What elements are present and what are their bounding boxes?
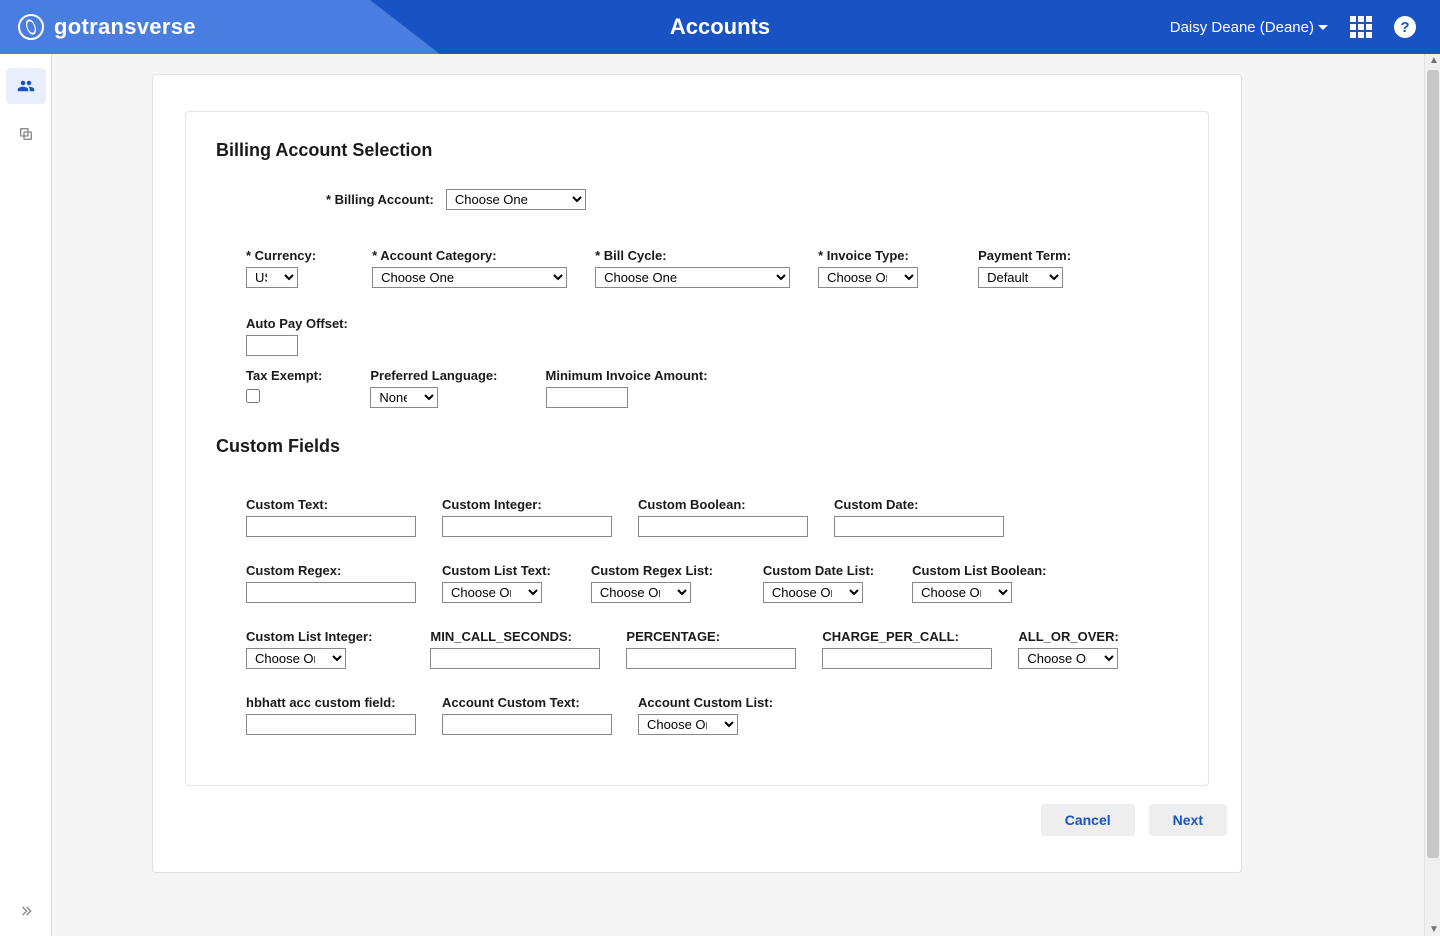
- caret-down-icon: [1318, 25, 1328, 30]
- custom-list-text-label: Custom List Text:: [442, 563, 551, 578]
- bill-cycle-select[interactable]: Choose One: [595, 267, 790, 288]
- custom-date-list-label: Custom Date List:: [763, 563, 874, 578]
- help-icon[interactable]: ?: [1394, 16, 1416, 38]
- custom-regex-input[interactable]: [246, 582, 416, 603]
- sidebar-item-copy[interactable]: [6, 116, 46, 152]
- invoice-type-label: * Invoice Type:: [818, 248, 918, 263]
- payment-term-select[interactable]: Default: [978, 267, 1063, 288]
- tax-exempt-checkbox[interactable]: [246, 389, 260, 403]
- custom-regex-label: Custom Regex:: [246, 563, 416, 578]
- custom-regex-list-select[interactable]: Choose One: [591, 582, 691, 603]
- currency-select[interactable]: USD: [246, 267, 298, 288]
- scrollbar-thumb[interactable]: [1427, 70, 1439, 858]
- all-or-over-select[interactable]: Choose One: [1018, 648, 1118, 669]
- all-or-over-label: ALL_OR_OVER:: [1018, 629, 1118, 644]
- scroll-up-icon: ▲: [1429, 55, 1439, 66]
- chevron-right-double-icon: [18, 903, 34, 919]
- billing-account-select[interactable]: Choose One: [446, 189, 586, 210]
- min-call-seconds-label: MIN_CALL_SECONDS:: [430, 629, 600, 644]
- pref-lang-select[interactable]: None: [370, 387, 438, 408]
- custom-integer-label: Custom Integer:: [442, 497, 612, 512]
- topbar: gotransverse Accounts Daisy Deane (Deane…: [0, 0, 1440, 54]
- custom-list-boolean-label: Custom List Boolean:: [912, 563, 1046, 578]
- auto-pay-label: Auto Pay Offset:: [246, 316, 348, 331]
- percentage-label: PERCENTAGE:: [626, 629, 796, 644]
- apps-grid-icon[interactable]: [1350, 16, 1372, 38]
- account-custom-text-input[interactable]: [442, 714, 612, 735]
- cancel-button[interactable]: Cancel: [1041, 804, 1135, 836]
- invoice-type-select[interactable]: Choose One: [818, 267, 918, 288]
- account-category-select[interactable]: Choose One: [372, 267, 567, 288]
- section-title-custom: Custom Fields: [216, 436, 1178, 457]
- min-invoice-label: Minimum Invoice Amount:: [546, 368, 708, 383]
- page-card: Billing Account Selection * Billing Acco…: [152, 74, 1242, 873]
- custom-list-text-select[interactable]: Choose One: [442, 582, 542, 603]
- account-custom-list-select[interactable]: Choose One: [638, 714, 738, 735]
- main-content: Billing Account Selection * Billing Acco…: [52, 54, 1440, 936]
- custom-text-input[interactable]: [246, 516, 416, 537]
- bill-cycle-label: * Bill Cycle:: [595, 248, 790, 263]
- charge-per-call-input[interactable]: [822, 648, 992, 669]
- account-custom-list-label: Account Custom List:: [638, 695, 773, 710]
- sidebar-expand-button[interactable]: [18, 903, 34, 922]
- tax-exempt-label: Tax Exempt:: [246, 368, 322, 383]
- copy-icon: [18, 126, 34, 142]
- user-name: Daisy Deane (Deane): [1170, 19, 1314, 36]
- custom-boolean-label: Custom Boolean:: [638, 497, 808, 512]
- custom-boolean-input[interactable]: [638, 516, 808, 537]
- payment-term-label: Payment Term:: [978, 248, 1071, 263]
- vertical-scrollbar[interactable]: ▲ ▼: [1424, 54, 1440, 936]
- auto-pay-input[interactable]: [246, 335, 298, 356]
- custom-date-list-select[interactable]: Choose One: [763, 582, 863, 603]
- custom-list-boolean-select[interactable]: Choose One: [912, 582, 1012, 603]
- next-button[interactable]: Next: [1149, 804, 1227, 836]
- hbhatt-label: hbhatt acc custom field:: [246, 695, 416, 710]
- custom-list-integer-select[interactable]: Choose One: [246, 648, 346, 669]
- custom-date-label: Custom Date:: [834, 497, 1004, 512]
- brand-logo-icon: [18, 14, 44, 40]
- account-custom-text-label: Account Custom Text:: [442, 695, 612, 710]
- left-sidebar: [0, 54, 52, 936]
- user-menu[interactable]: Daisy Deane (Deane): [1170, 19, 1328, 36]
- brand[interactable]: gotransverse: [18, 14, 196, 40]
- custom-integer-input[interactable]: [442, 516, 612, 537]
- sidebar-item-accounts[interactable]: [6, 68, 46, 104]
- account-category-label: * Account Category:: [372, 248, 567, 263]
- billing-account-label: * Billing Account:: [326, 192, 434, 207]
- currency-label: * Currency:: [246, 248, 316, 263]
- form-card: Billing Account Selection * Billing Acco…: [185, 111, 1209, 786]
- custom-date-input[interactable]: [834, 516, 1004, 537]
- custom-regex-list-label: Custom Regex List:: [591, 563, 713, 578]
- brand-text: gotransverse: [54, 14, 196, 40]
- min-invoice-input[interactable]: [546, 387, 628, 408]
- section-title-billing: Billing Account Selection: [216, 140, 1178, 161]
- hbhatt-input[interactable]: [246, 714, 416, 735]
- users-icon: [17, 77, 35, 95]
- scroll-down-icon: ▼: [1429, 924, 1439, 935]
- charge-per-call-label: CHARGE_PER_CALL:: [822, 629, 992, 644]
- min-call-seconds-input[interactable]: [430, 648, 600, 669]
- percentage-input[interactable]: [626, 648, 796, 669]
- pref-lang-label: Preferred Language:: [370, 368, 497, 383]
- custom-text-label: Custom Text:: [246, 497, 416, 512]
- custom-list-integer-label: Custom List Integer:: [246, 629, 372, 644]
